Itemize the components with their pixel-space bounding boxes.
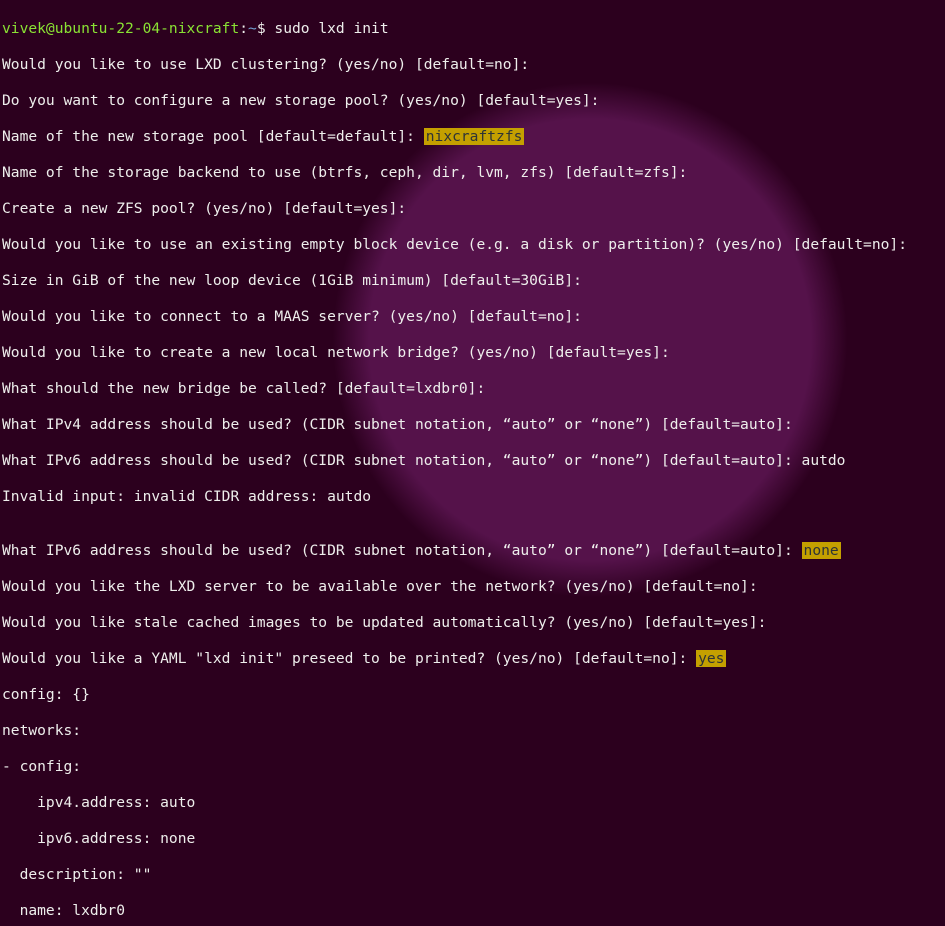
output-line: Create a new ZFS pool? (yes/no) [default…: [2, 200, 943, 218]
terminal-area[interactable]: vivek@ubuntu-22-04-nixcraft:~$ sudo lxd …: [0, 0, 945, 926]
prompt-path: ~: [248, 20, 257, 37]
prompt-dollar: $: [257, 20, 266, 37]
user-input-poolname: nixcraftzfs: [424, 128, 525, 145]
prompt-line-1[interactable]: vivek@ubuntu-22-04-nixcraft:~$ sudo lxd …: [2, 20, 943, 38]
output-line: Do you want to configure a new storage p…: [2, 92, 943, 110]
prompt-text: Name of the new storage pool [default=de…: [2, 128, 424, 145]
yaml-line: ipv6.address: none: [2, 830, 943, 848]
command-text: sudo lxd init: [266, 20, 389, 37]
prompt-text: Would you like a YAML "lxd init" preseed…: [2, 650, 696, 667]
yaml-line: description: "": [2, 866, 943, 884]
output-line: Would you like to use LXD clustering? (y…: [2, 56, 943, 74]
output-line: Would you like the LXD server to be avai…: [2, 578, 943, 596]
yaml-line: name: lxdbr0: [2, 902, 943, 920]
output-line: Name of the storage backend to use (btrf…: [2, 164, 943, 182]
output-line: Would you like a YAML "lxd init" preseed…: [2, 650, 943, 668]
yaml-line: networks:: [2, 722, 943, 740]
yaml-line: - config:: [2, 758, 943, 776]
output-line: Would you like to use an existing empty …: [2, 236, 943, 254]
output-line: What should the new bridge be called? [d…: [2, 380, 943, 398]
output-line: Invalid input: invalid CIDR address: aut…: [2, 488, 943, 506]
output-line: What IPv4 address should be used? (CIDR …: [2, 416, 943, 434]
output-line: What IPv6 address should be used? (CIDR …: [2, 452, 943, 470]
prompt-text: What IPv6 address should be used? (CIDR …: [2, 542, 802, 559]
prompt-colon: :: [239, 20, 248, 37]
prompt-userhost: vivek@ubuntu-22-04-nixcraft: [2, 20, 239, 37]
output-line: What IPv6 address should be used? (CIDR …: [2, 542, 943, 560]
output-line: Would you like to create a new local net…: [2, 344, 943, 362]
output-line: Would you like stale cached images to be…: [2, 614, 943, 632]
yaml-line: config: {}: [2, 686, 943, 704]
user-input-ipv6: none: [802, 542, 841, 559]
user-input-preseed: yes: [696, 650, 726, 667]
output-line: Size in GiB of the new loop device (1GiB…: [2, 272, 943, 290]
yaml-line: ipv4.address: auto: [2, 794, 943, 812]
output-line: Name of the new storage pool [default=de…: [2, 128, 943, 146]
output-line: Would you like to connect to a MAAS serv…: [2, 308, 943, 326]
